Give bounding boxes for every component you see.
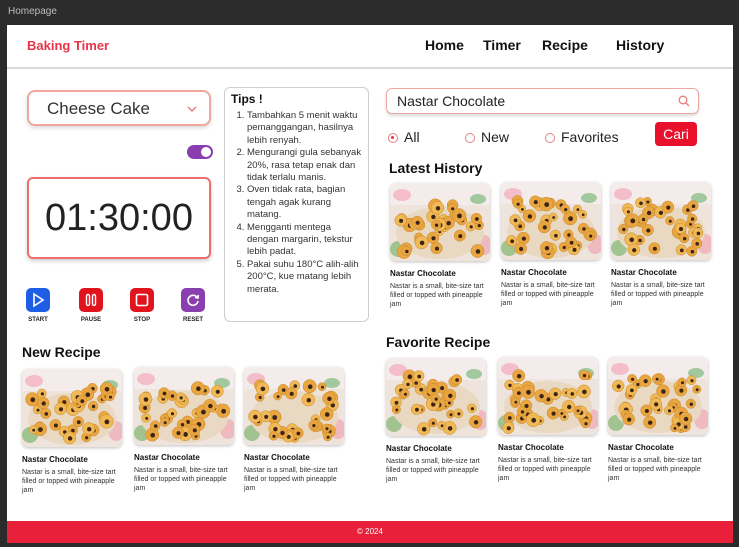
pause-label: PAUSE — [80, 317, 102, 323]
recipe-photo — [386, 358, 486, 436]
tip-item: Pakai suhu 180°C alih-alih 200°C, kue ma… — [247, 259, 362, 296]
recipe-photo — [244, 367, 344, 445]
start-label: START — [28, 317, 48, 323]
favorite-recipe-title: Favorite Recipe — [386, 334, 491, 350]
search-button[interactable]: Cari — [655, 122, 697, 146]
search-icon[interactable] — [678, 95, 690, 107]
recipe-photo — [498, 357, 598, 435]
history-card[interactable]: Nastar Chocolate Nastar is a small, bite… — [501, 182, 603, 308]
stop-icon — [135, 293, 149, 307]
filter-new-label: New — [481, 129, 510, 145]
card-title: Nastar Chocolate — [608, 443, 674, 452]
recipe-image — [22, 369, 122, 447]
card-title: Nastar Chocolate — [386, 444, 452, 453]
radio-icon — [545, 133, 555, 143]
chevron-down-icon — [187, 106, 197, 113]
new-recipe-card[interactable]: Nastar Chocolate Nastar is a small, bite… — [134, 367, 236, 493]
card-description: Nastar is a small, bite-size tart filled… — [134, 467, 228, 492]
favorite-card[interactable]: Nastar Chocolate Nastar is a small, bite… — [386, 358, 488, 484]
card-title: Nastar Chocolate — [134, 453, 200, 462]
tips-list: Tambahkan 5 menit waktu pemanggangan, ha… — [231, 110, 362, 296]
card-description: Nastar is a small, bite-size tart filled… — [611, 282, 705, 307]
mode-toggle[interactable] — [187, 145, 213, 159]
nav-recipe[interactable]: Recipe — [542, 37, 588, 53]
window-tab[interactable]: Homepage — [0, 0, 739, 24]
recipe-select[interactable]: Cheese Cake — [27, 90, 211, 126]
brand-logo[interactable]: Baking Timer — [27, 38, 109, 53]
search-input[interactable]: Nastar Chocolate — [386, 88, 699, 114]
footer: © 2024 — [7, 521, 733, 543]
radio-selected-icon — [388, 133, 398, 143]
recipe-photo — [608, 357, 708, 435]
recipe-photo — [501, 182, 601, 260]
card-title: Nastar Chocolate — [498, 443, 564, 452]
recipe-photo — [390, 183, 490, 261]
nav-timer[interactable]: Timer — [483, 37, 521, 53]
recipe-image — [386, 358, 486, 436]
card-title: Nastar Chocolate — [501, 268, 567, 277]
recipe-photo — [611, 182, 711, 260]
tip-item: Tambahkan 5 menit waktu pemanggangan, ha… — [247, 110, 362, 147]
start-button[interactable] — [26, 288, 50, 312]
filter-favorites-label: Favorites — [561, 129, 619, 145]
favorite-card[interactable]: Nastar Chocolate Nastar is a small, bite… — [498, 357, 600, 483]
card-title: Nastar Chocolate — [390, 269, 456, 278]
favorite-card[interactable]: Nastar Chocolate Nastar is a small, bite… — [608, 357, 710, 483]
recipe-image — [134, 367, 234, 445]
latest-history-title: Latest History — [389, 160, 483, 176]
history-card[interactable]: Nastar Chocolate Nastar is a small, bite… — [611, 182, 713, 308]
recipe-image — [390, 183, 490, 261]
recipe-photo — [134, 367, 234, 445]
card-description: Nastar is a small, bite-size tart filled… — [22, 469, 116, 494]
tips-panel: Tips ! Tambahkan 5 menit waktu pemanggan… — [224, 87, 369, 322]
filter-new[interactable]: New — [465, 129, 509, 145]
recipe-image — [498, 357, 598, 435]
recipe-photo — [22, 369, 122, 447]
stop-label: STOP — [133, 317, 151, 323]
search-value: Nastar Chocolate — [397, 93, 506, 109]
radio-icon — [465, 133, 475, 143]
reset-label: RESET — [182, 317, 203, 323]
reset-icon — [187, 294, 200, 307]
card-title: Nastar Chocolate — [22, 455, 88, 464]
nav-history[interactable]: History — [616, 37, 664, 53]
filter-all[interactable]: All — [388, 129, 420, 145]
recipe-select-value: Cheese Cake — [47, 99, 151, 118]
tips-title: Tips ! — [231, 92, 263, 106]
filter-all-label: All — [404, 129, 420, 145]
nav-home[interactable]: Home — [425, 37, 464, 53]
card-description: Nastar is a small, bite-size tart filled… — [244, 467, 338, 492]
card-description: Nastar is a small, bite-size tart filled… — [501, 282, 595, 307]
stop-button[interactable] — [130, 288, 154, 312]
pause-icon — [85, 293, 97, 307]
reset-button[interactable] — [181, 288, 205, 312]
card-description: Nastar is a small, bite-size tart filled… — [498, 457, 592, 482]
tip-item: Mengganti mentega dengan margarin, tekst… — [247, 222, 362, 259]
play-icon — [33, 292, 45, 308]
new-recipe-title: New Recipe — [22, 344, 101, 360]
history-card[interactable]: Nastar Chocolate Nastar is a small, bite… — [390, 183, 492, 309]
tip-item: Mengurangi gula sebanyak 20%, rasa tetap… — [247, 147, 362, 184]
card-description: Nastar is a small, bite-size tart filled… — [386, 458, 480, 483]
recipe-image — [244, 367, 344, 445]
tip-item: Oven tidak rata, bagian tengah agak kura… — [247, 184, 362, 221]
card-title: Nastar Chocolate — [244, 453, 310, 462]
filter-favorites[interactable]: Favorites — [545, 129, 619, 145]
card-description: Nastar is a small, bite-size tart filled… — [390, 283, 484, 308]
header: Baking Timer Home Timer Recipe History — [7, 25, 733, 69]
card-title: Nastar Chocolate — [611, 268, 677, 277]
recipe-image — [501, 182, 601, 260]
new-recipe-card[interactable]: Nastar Chocolate Nastar is a small, bite… — [244, 367, 346, 493]
recipe-image — [608, 357, 708, 435]
new-recipe-card[interactable]: Nastar Chocolate Nastar is a small, bite… — [22, 369, 124, 495]
pause-button[interactable] — [79, 288, 103, 312]
recipe-image — [611, 182, 711, 260]
app-frame: Baking Timer Home Timer Recipe History C… — [7, 25, 733, 543]
timer-display: 01:30:00 — [27, 177, 211, 259]
toggle-knob — [201, 147, 211, 157]
card-description: Nastar is a small, bite-size tart filled… — [608, 457, 702, 482]
